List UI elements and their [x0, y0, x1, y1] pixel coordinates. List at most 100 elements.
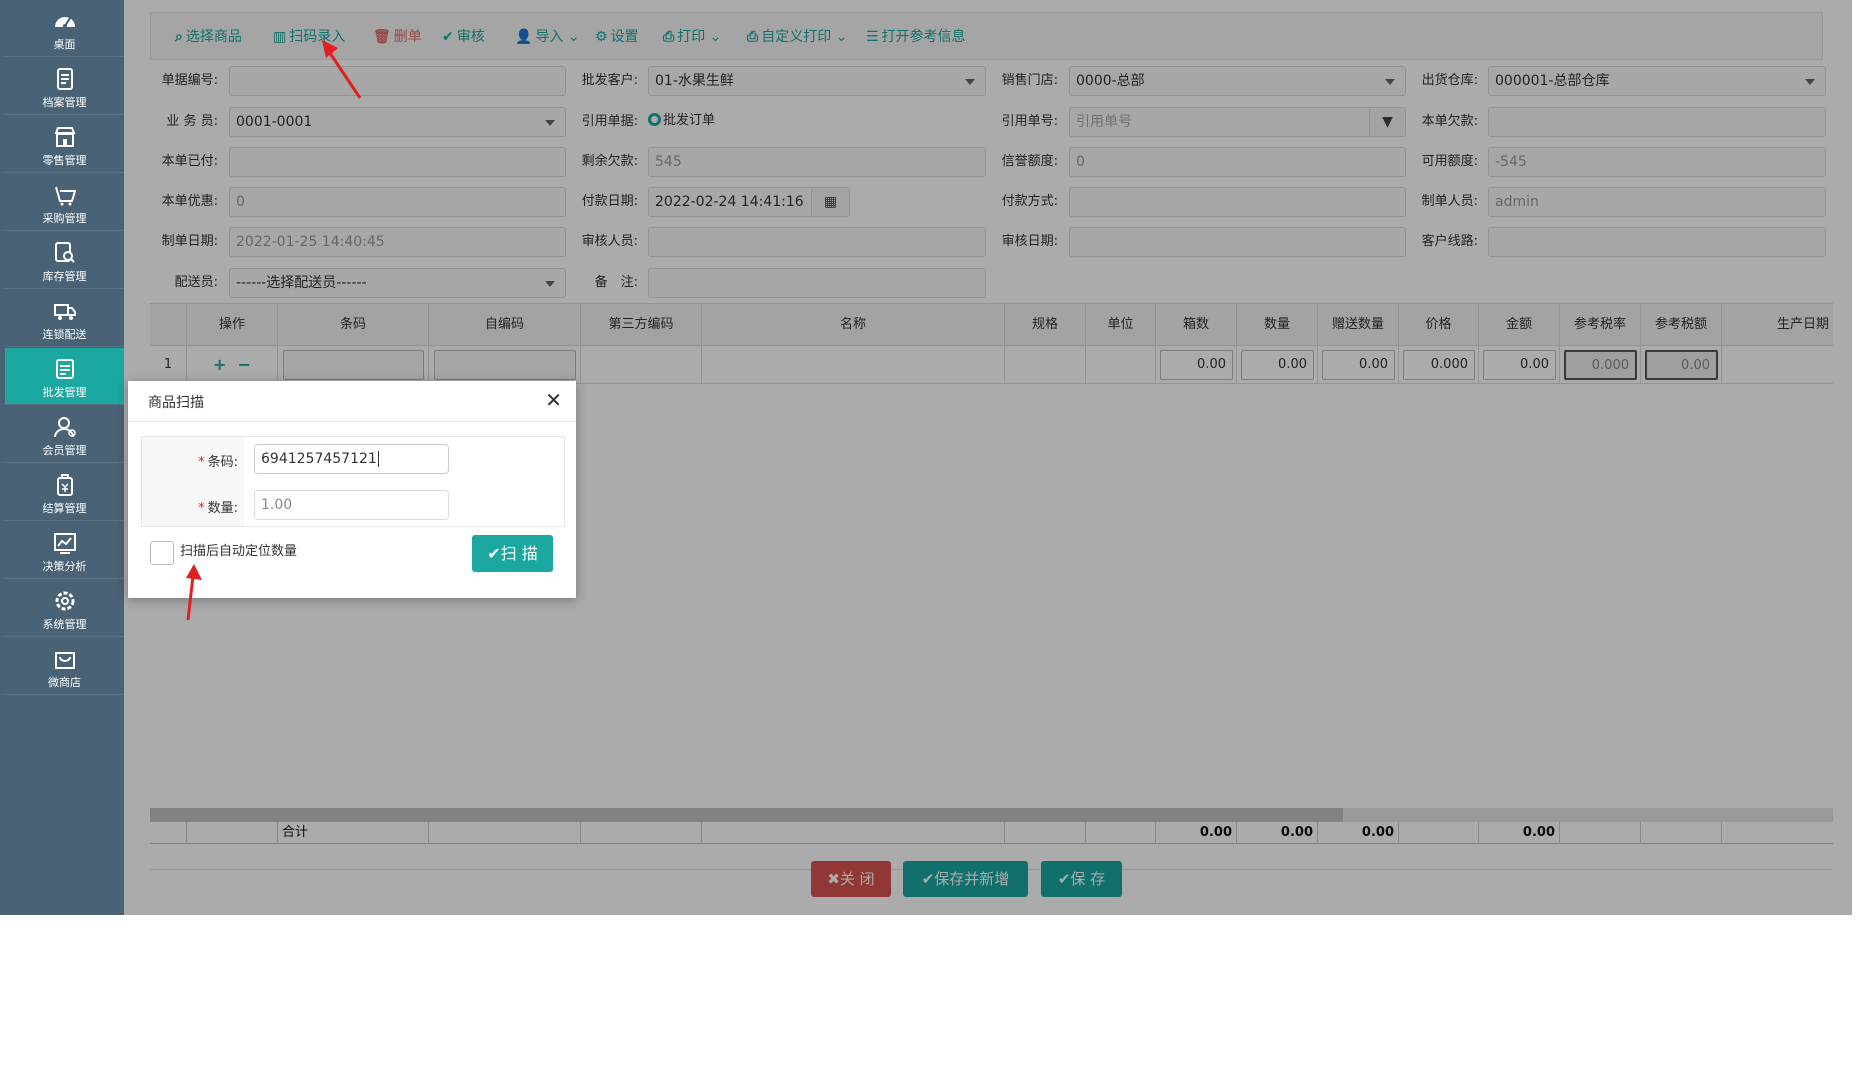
- footer-cell: [1398, 822, 1478, 844]
- doc-no-field[interactable]: [229, 66, 566, 96]
- sidebar-item-desktop[interactable]: 桌面: [5, 0, 124, 57]
- import-dropdown[interactable]: 👤 导入 ⌄: [515, 25, 580, 49]
- ref-no-field[interactable]: 引用单号 ▼: [1069, 107, 1406, 137]
- horizontal-scrollbar[interactable]: [150, 808, 1833, 822]
- document-icon: [57, 68, 73, 90]
- credit-field[interactable]: 0: [1069, 147, 1406, 177]
- sidebar-item-micro-shop[interactable]: 微商店: [5, 638, 124, 695]
- barcode-input[interactable]: 6941257457121: [254, 444, 449, 474]
- sidebar-item-system[interactable]: 系统管理: [5, 580, 124, 637]
- close-icon[interactable]: ✕: [545, 389, 562, 411]
- review-date-label: 审核日期:: [1001, 234, 1058, 249]
- add-row-button[interactable]: +: [213, 355, 226, 374]
- settings-gear-icon: [55, 591, 75, 611]
- close-button[interactable]: ✖关 闭: [811, 861, 891, 897]
- sidebar-item-inventory[interactable]: 库存管理: [5, 232, 124, 289]
- column-header: 价格: [1398, 304, 1478, 345]
- remark-field[interactable]: [648, 268, 986, 298]
- available-field[interactable]: -545: [1488, 147, 1826, 177]
- print-dropdown[interactable]: ⎙ 打印 ⌄: [663, 25, 721, 49]
- custom-print-dropdown[interactable]: ⎙ 自定义打印 ⌄: [747, 25, 847, 49]
- sidebar-item-settlement[interactable]: 结算管理: [5, 464, 124, 521]
- paid-field[interactable]: [229, 147, 566, 177]
- customer-select[interactable]: 01-水果生鲜: [648, 66, 986, 96]
- delete-button[interactable]: 🗑 删单: [373, 25, 422, 49]
- sidebar-item-chain-delivery[interactable]: 连锁配送: [5, 290, 124, 347]
- credit-label: 信誉额度:: [1001, 154, 1058, 169]
- wholesale-icon: [56, 359, 74, 379]
- barcode-cell-input[interactable]: [283, 350, 424, 380]
- salesman-select[interactable]: 0001-0001: [229, 107, 566, 137]
- barcode-icon: ▥: [273, 29, 287, 45]
- qty-input[interactable]: 0.00: [1241, 350, 1314, 380]
- price-cell: 0.000: [1398, 346, 1478, 383]
- save-button[interactable]: ✔保 存: [1041, 861, 1122, 897]
- review-date-field[interactable]: [1069, 227, 1406, 257]
- maker-label: 制单人员:: [1421, 194, 1478, 209]
- maker-field[interactable]: admin: [1488, 187, 1826, 217]
- chevron-down-icon: [1805, 79, 1815, 85]
- quantity-label: * 数量:: [198, 501, 238, 516]
- trash-icon: 🗑: [373, 29, 391, 45]
- save-and-new-button[interactable]: ✔保存并新增: [903, 861, 1028, 897]
- open-reference-button[interactable]: ☰ 打开参考信息: [866, 25, 966, 49]
- settings-button[interactable]: ⚙ 设置: [595, 25, 639, 49]
- selfcode-cell-input[interactable]: [434, 350, 576, 380]
- price-input[interactable]: 0.000: [1403, 350, 1475, 380]
- micro-shop-icon: [55, 652, 75, 669]
- doc-no-label: 单据编号:: [161, 73, 218, 88]
- reviewer-field[interactable]: [648, 227, 986, 257]
- settlement-icon: [57, 474, 73, 496]
- quantity-input[interactable]: 1.00: [254, 490, 449, 520]
- toolbar: ⌕ 选择商品 ▥ 扫码录入 🗑 删单 ✔ 审核 👤 导入 ⌄ ⚙ 设置 ⎙ 打印 ⌄ ⎙ 自定义…: [150, 12, 1823, 60]
- discount-field[interactable]: 0: [229, 187, 566, 217]
- printer-icon: ⎙: [747, 29, 759, 45]
- warehouse-select[interactable]: 000001-总部仓库: [1488, 66, 1826, 96]
- sidebar-item-retail[interactable]: 零售管理: [5, 116, 124, 173]
- pay-date-field[interactable]: 2022-02-24 14:41:16 ▦: [648, 187, 850, 217]
- scan-button[interactable]: ✔扫 描: [472, 535, 553, 572]
- sidebar-item-purchase[interactable]: 采购管理: [5, 174, 124, 231]
- sidebar-item-wholesale[interactable]: 批发管理: [5, 348, 124, 405]
- auto-locate-label: 扫描后自动定位数量: [180, 544, 298, 559]
- auto-locate-checkbox[interactable]: [150, 541, 174, 565]
- review-button[interactable]: ✔ 审核: [442, 25, 485, 49]
- filter-icon[interactable]: ▼: [1369, 108, 1405, 136]
- remaining-field[interactable]: 545: [648, 147, 986, 177]
- remark-label: 备 注:: [594, 275, 638, 290]
- make-date-field[interactable]: 2022-01-25 14:40:45: [229, 227, 566, 257]
- scrollbar-thumb[interactable]: [150, 808, 1343, 822]
- amount-input[interactable]: 0.00: [1483, 350, 1556, 380]
- sidebar-item-archive[interactable]: 档案管理: [5, 58, 124, 115]
- deliverer-select[interactable]: ------选择配送员------: [229, 268, 566, 298]
- footer-cell: [701, 822, 1004, 844]
- pay-method-field[interactable]: [1069, 187, 1406, 217]
- remove-row-button[interactable]: −: [238, 355, 251, 374]
- row-actions: + −: [186, 346, 277, 383]
- tax-rate-input[interactable]: 0.000: [1564, 350, 1637, 380]
- ref-doc-label: 引用单据:: [581, 114, 638, 129]
- column-header: 参考税率: [1559, 304, 1640, 345]
- store-select[interactable]: 0000-总部: [1069, 66, 1406, 96]
- sidebar-item-member[interactable]: 会员管理: [5, 406, 124, 463]
- owed-field[interactable]: [1488, 107, 1826, 137]
- box-input[interactable]: 0.00: [1160, 350, 1233, 380]
- route-field[interactable]: [1488, 227, 1826, 257]
- footer-amount-total: 0.00: [1478, 822, 1559, 844]
- tax-input[interactable]: 0.00: [1645, 350, 1718, 380]
- select-goods-button[interactable]: ⌕ 选择商品: [175, 25, 242, 49]
- footer-cell: [1721, 822, 1833, 844]
- sidebar-item-analysis[interactable]: 决策分析: [5, 522, 124, 579]
- check-icon: ✔: [487, 544, 501, 563]
- right-edge: [1852, 0, 1861, 915]
- column-header: 金额: [1478, 304, 1559, 345]
- footer-cell: [428, 822, 580, 844]
- gift-qty-input[interactable]: 0.00: [1322, 350, 1395, 380]
- ref-doc-radio[interactable]: 批发订单: [648, 109, 715, 128]
- sidebar-item-label: 连锁配送: [42, 328, 87, 341]
- route-label: 客户线路:: [1421, 234, 1478, 249]
- calendar-icon[interactable]: ▦: [811, 188, 849, 216]
- column-header: 名称: [701, 304, 1004, 345]
- column-header: 生产日期: [1721, 304, 1833, 345]
- sidebar-item-label: 微商店: [48, 676, 81, 689]
